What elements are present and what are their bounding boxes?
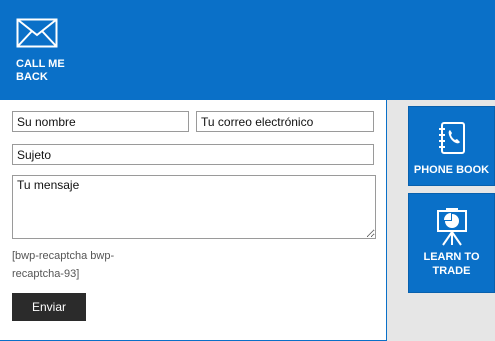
subject-field[interactable] (12, 144, 374, 165)
send-button[interactable]: Enviar (12, 293, 86, 321)
learn-to-trade-label: LEARN TO TRADE (423, 251, 480, 277)
message-field[interactable] (12, 175, 376, 239)
phone-book-icon (409, 121, 494, 155)
envelope-icon (16, 18, 58, 51)
captcha-shortcode-text: [bwp-recaptcha bwp-recaptcha-93] (12, 250, 115, 280)
email-field[interactable] (196, 111, 374, 132)
name-field[interactable] (12, 111, 189, 132)
call-me-back-label: CALL ME BACK (16, 58, 65, 83)
phone-book-label: PHONE BOOK (413, 164, 490, 176)
learn-to-trade-tile[interactable]: LEARN TO TRADE (408, 193, 495, 293)
phone-book-tile[interactable]: PHONE BOOK (408, 106, 495, 186)
call-me-back-link[interactable]: CALL ME BACK (16, 18, 76, 84)
presentation-chart-icon (409, 208, 494, 246)
